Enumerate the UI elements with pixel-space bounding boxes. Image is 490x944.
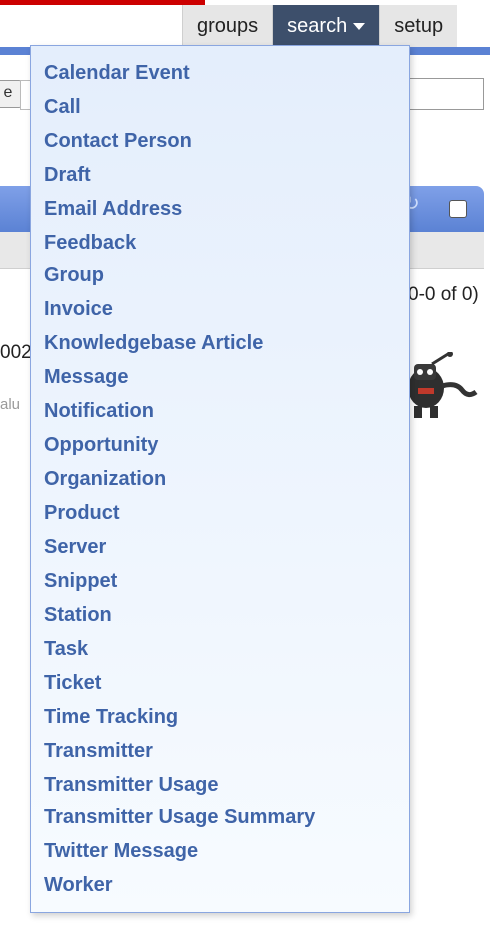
dropdown-item-knowledgebase-article[interactable]: Knowledgebase Article	[44, 328, 263, 358]
dropdown-item-group[interactable]: Group	[44, 260, 104, 290]
dropdown-item-notification[interactable]: Notification	[44, 396, 154, 426]
dropdown-item-email-address[interactable]: Email Address	[44, 194, 182, 224]
robot-icon	[408, 352, 478, 418]
dropdown-item-calendar-event[interactable]: Calendar Event	[44, 58, 190, 88]
dropdown-item-transmitter[interactable]: Transmitter	[44, 736, 153, 766]
dropdown-item-task[interactable]: Task	[44, 634, 88, 664]
tab-setup-label: setup	[394, 15, 444, 37]
dropdown-item-message[interactable]: Message	[44, 362, 129, 392]
dropdown-item-feedback[interactable]: Feedback	[44, 228, 136, 258]
dropdown-item-worker[interactable]: Worker	[44, 870, 113, 900]
select-all-checkbox[interactable]	[449, 200, 467, 218]
top-nav: groups search setup	[182, 5, 458, 47]
search-type-dropdown: Calendar Event Call Contact Person Draft…	[30, 45, 410, 913]
tab-search[interactable]: search	[272, 5, 380, 47]
dropdown-item-twitter-message[interactable]: Twitter Message	[44, 836, 198, 866]
dropdown-item-ticket[interactable]: Ticket	[44, 668, 101, 698]
dropdown-item-station[interactable]: Station	[44, 600, 112, 630]
tab-groups[interactable]: groups	[182, 5, 273, 47]
dropdown-item-server[interactable]: Server	[44, 532, 106, 562]
brand-strip	[0, 0, 205, 5]
search-input[interactable]	[408, 78, 484, 110]
dropdown-item-contact-person[interactable]: Contact Person	[44, 126, 192, 156]
dropdown-item-invoice[interactable]: Invoice	[44, 294, 113, 324]
dropdown-item-opportunity[interactable]: Opportunity	[44, 430, 158, 460]
dropdown-item-snippet[interactable]: Snippet	[44, 566, 117, 596]
dropdown-item-transmitter-usage[interactable]: Transmitter Usage	[44, 770, 219, 800]
row-subtext-fragment: alu	[0, 396, 21, 413]
dropdown-item-product[interactable]: Product	[44, 498, 120, 528]
tab-search-label: search	[287, 15, 348, 37]
dropdown-item-transmitter-usage-summary[interactable]: Transmitter Usage Summary	[44, 802, 315, 832]
chevron-down-icon	[353, 23, 366, 31]
search-type-select[interactable]: e	[0, 80, 22, 108]
tab-setup[interactable]: setup	[379, 5, 458, 47]
dropdown-item-call[interactable]: Call	[44, 92, 81, 122]
pagination-count: 0-0 of 0)	[408, 284, 479, 305]
tab-groups-label: groups	[197, 15, 259, 37]
dropdown-item-time-tracking[interactable]: Time Tracking	[44, 702, 178, 732]
dropdown-item-draft[interactable]: Draft	[44, 160, 91, 190]
dropdown-item-organization[interactable]: Organization	[44, 464, 166, 494]
